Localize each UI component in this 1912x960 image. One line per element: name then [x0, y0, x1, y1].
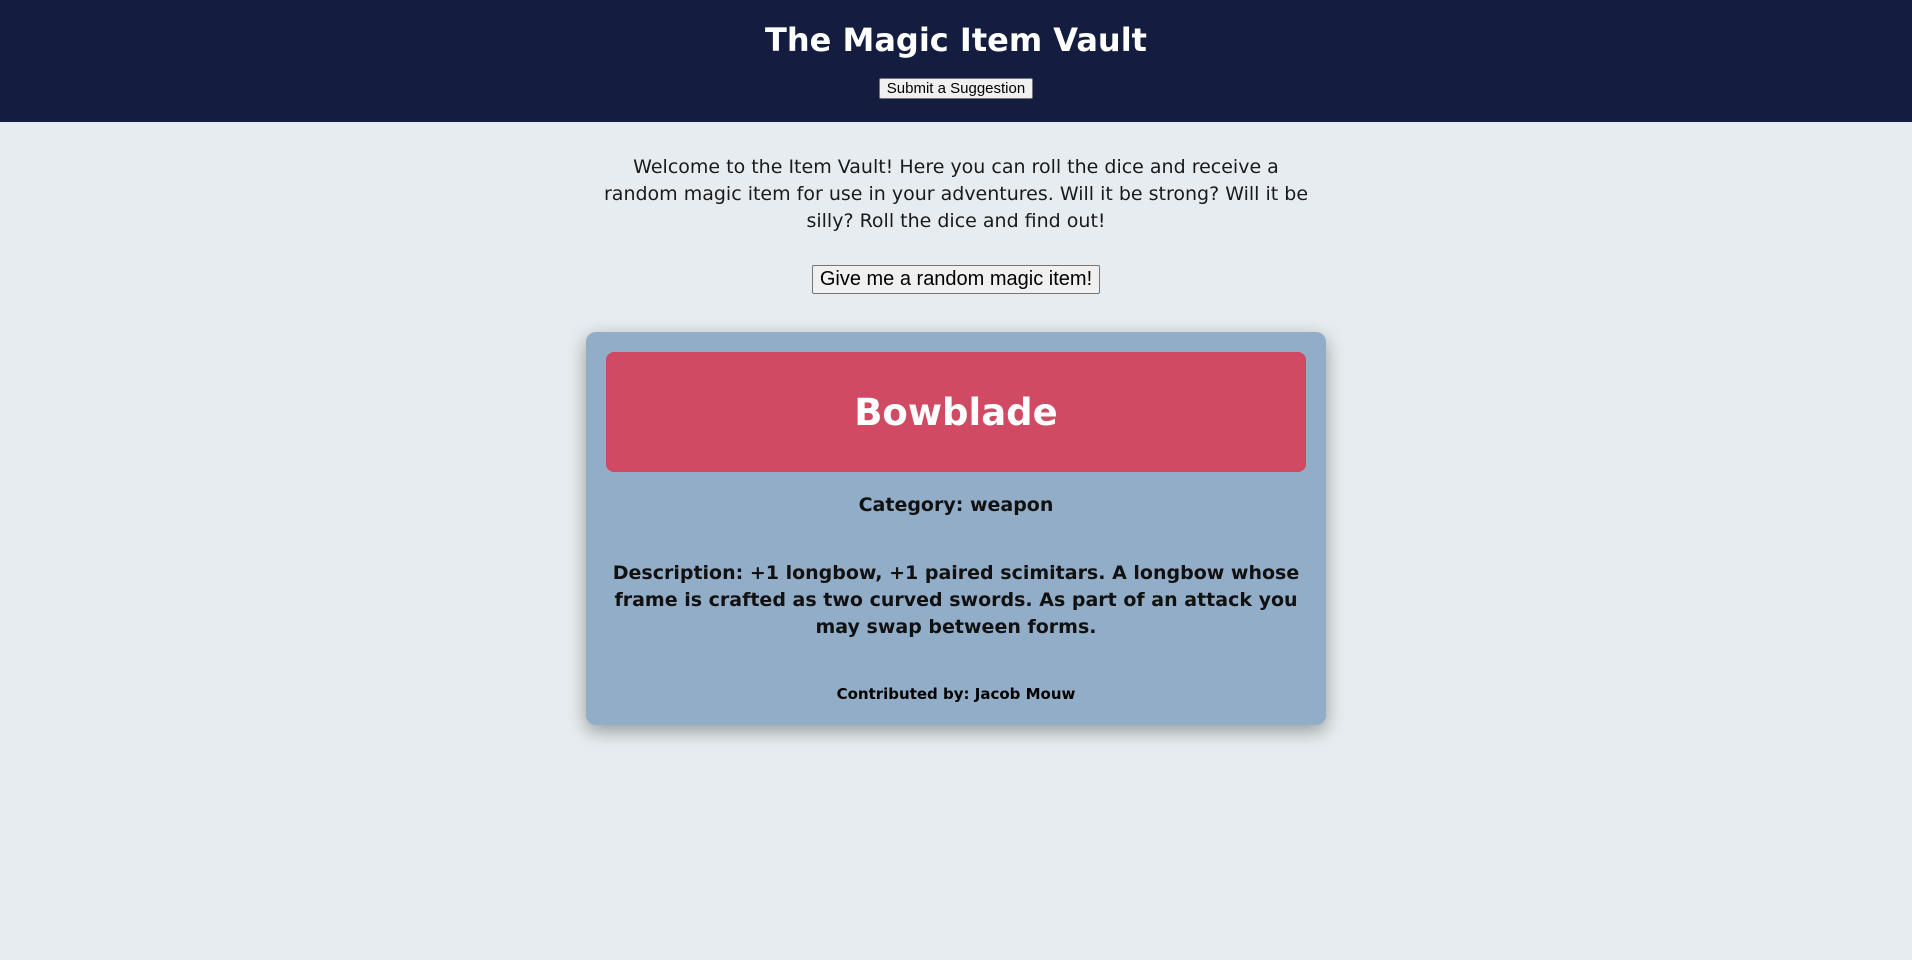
main-content: Welcome to the Item Vault! Here you can … [0, 154, 1912, 725]
site-title: The Magic Item Vault [765, 21, 1147, 59]
submit-suggestion-button[interactable]: Submit a Suggestion [878, 78, 1034, 99]
item-category: Category: weapon [858, 494, 1054, 516]
site-header: The Magic Item Vault Submit a Suggestion [0, 0, 1912, 122]
random-item-button[interactable]: Give me a random magic item! [811, 265, 1101, 294]
roll-container: Give me a random magic item! [0, 265, 1912, 294]
item-card: Bowblade Category: weapon Description: +… [586, 332, 1326, 725]
item-name: Bowblade [854, 390, 1058, 434]
item-contributor: Contributed by: Jacob Mouw [836, 685, 1076, 703]
intro-text: Welcome to the Item Vault! Here you can … [603, 156, 1309, 232]
item-description: Description: +1 longbow, +1 paired scimi… [612, 562, 1300, 638]
item-card-header: Bowblade [606, 352, 1306, 472]
